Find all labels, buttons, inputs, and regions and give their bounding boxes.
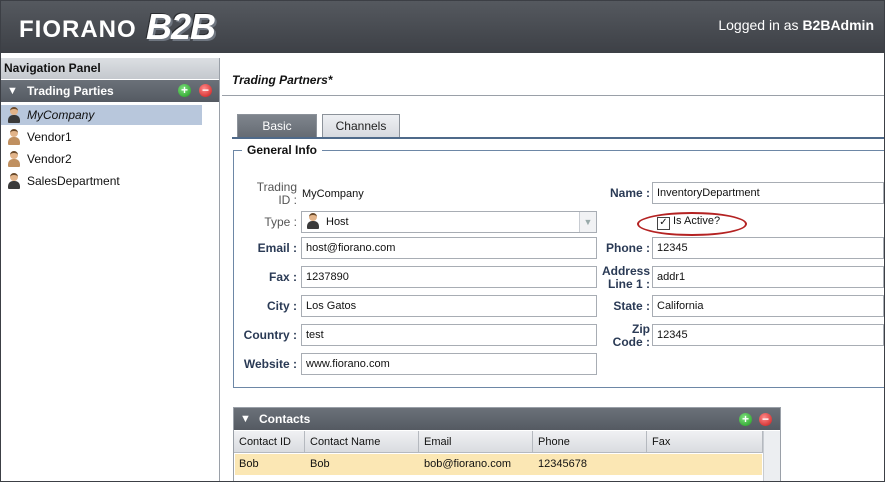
website-label: Website : — [243, 357, 297, 371]
table-cell: bob@fiorano.com — [424, 458, 511, 470]
remove-trading-party-icon[interactable]: − — [199, 84, 212, 97]
type-select-value: Host — [326, 216, 349, 228]
person-dark-icon — [7, 106, 21, 123]
state-field[interactable]: California — [652, 295, 884, 317]
state-label: State : — [613, 299, 650, 313]
type-select[interactable]: Host ▼ — [301, 211, 597, 233]
email-label: Email : — [257, 241, 297, 255]
table-cell: Bob — [310, 458, 330, 470]
name-label: Name : — [609, 186, 650, 200]
trading-id-label-line2: ID : — [278, 193, 297, 207]
city-field[interactable]: Los Gatos — [301, 295, 597, 317]
page-title: Trading Partners* — [232, 73, 333, 87]
column-header-contact-id[interactable]: Contact ID — [234, 431, 305, 453]
zip-code-label: Zip Code : — [582, 323, 650, 349]
chevron-down-icon[interactable]: ▼ — [579, 212, 596, 232]
address-line1-field[interactable]: addr1 — [652, 266, 884, 288]
column-header-contact-name[interactable]: Contact Name — [305, 431, 419, 453]
column-header-phone[interactable]: Phone — [533, 431, 647, 453]
main-panel: Trading Partners* Basic Channels General… — [222, 58, 884, 481]
name-field[interactable]: InventoryDepartment — [652, 182, 884, 204]
tree-item-label: MyCompany — [27, 108, 95, 122]
contacts-panel: ▼ Contacts + − Contact ID Contact Name E… — [233, 407, 781, 481]
logo-b2b: B2B — [146, 6, 216, 47]
tree-item-vendor1[interactable]: Vendor1 — [7, 127, 72, 147]
table-cell: 12345678 — [538, 458, 587, 470]
trading-id-label: Trading ID : — [247, 181, 297, 207]
person-tan-icon — [7, 128, 21, 145]
app-window: FIORANO B2B Logged in as B2BAdmin Naviga… — [0, 0, 885, 482]
person-tan-icon — [7, 150, 21, 167]
trading-id-value: MyCompany — [302, 188, 364, 200]
country-field[interactable]: test — [301, 324, 597, 346]
username: B2BAdmin — [802, 17, 874, 33]
zip-code-field[interactable]: 12345 — [652, 324, 884, 346]
tree-item-label: Vendor1 — [27, 130, 72, 144]
is-active-label[interactable]: Is Active? — [673, 215, 720, 227]
column-header-fax[interactable]: Fax — [647, 431, 763, 453]
navigation-panel: Navigation Panel ▼ Trading Parties + − M… — [1, 58, 220, 481]
table-cell: Bob — [239, 458, 259, 470]
table-cell — [649, 454, 652, 475]
remove-contact-icon[interactable]: − — [759, 413, 772, 426]
app-header: FIORANO B2B Logged in as B2BAdmin — [1, 1, 884, 53]
tree-item-vendor2[interactable]: Vendor2 — [7, 149, 72, 169]
tab-channels[interactable]: Channels — [322, 114, 400, 138]
tree-item-label: SalesDepartment — [27, 174, 120, 188]
phone-field[interactable]: 12345 — [652, 237, 884, 259]
scrollbar[interactable] — [763, 431, 780, 481]
country-label: Country : — [243, 328, 297, 342]
address-line1-label: Address Line 1 : — [582, 265, 650, 291]
tree-item-mycompany[interactable]: MyCompany — [1, 105, 202, 125]
trading-parties-header[interactable]: ▼ Trading Parties + − — [1, 80, 219, 102]
person-dark-icon — [306, 213, 320, 230]
fax-label: Fax : — [268, 270, 297, 284]
trading-parties-label: Trading Parties — [27, 84, 114, 98]
logo-text: FIORANO — [19, 16, 137, 43]
tab-basic[interactable]: Basic — [237, 114, 317, 138]
contacts-header[interactable]: ▼ Contacts + − — [234, 408, 780, 430]
contacts-title: Contacts — [259, 412, 311, 426]
type-label: Type : — [264, 215, 297, 229]
general-info-legend: General Info — [242, 143, 323, 157]
chevron-down-icon[interactable]: ▼ — [7, 80, 18, 102]
website-field[interactable]: www.fiorano.com — [301, 353, 597, 375]
zip-label-line2: Code : — [612, 335, 650, 349]
chevron-down-icon[interactable]: ▼ — [240, 408, 251, 430]
divider — [222, 95, 884, 96]
is-active-checkbox[interactable]: ✓ — [657, 217, 670, 230]
logged-in-status: Logged in as B2BAdmin — [718, 17, 874, 33]
person-dark-icon — [7, 172, 21, 189]
city-label: City : — [267, 299, 297, 313]
email-field[interactable]: host@fiorano.com — [301, 237, 597, 259]
navigation-panel-title: Navigation Panel — [1, 58, 219, 79]
add-contact-icon[interactable]: + — [739, 413, 752, 426]
logged-in-prefix: Logged in as — [718, 17, 803, 33]
column-header-email[interactable]: Email — [419, 431, 533, 453]
address-label-line2: Line 1 : — [607, 277, 650, 291]
tab-underline — [232, 137, 884, 139]
tree-item-label: Vendor2 — [27, 152, 72, 166]
fax-field[interactable]: 1237890 — [301, 266, 597, 288]
phone-label: Phone : — [606, 241, 650, 255]
add-trading-party-icon[interactable]: + — [178, 84, 191, 97]
tree-item-salesdepartment[interactable]: SalesDepartment — [7, 171, 120, 191]
